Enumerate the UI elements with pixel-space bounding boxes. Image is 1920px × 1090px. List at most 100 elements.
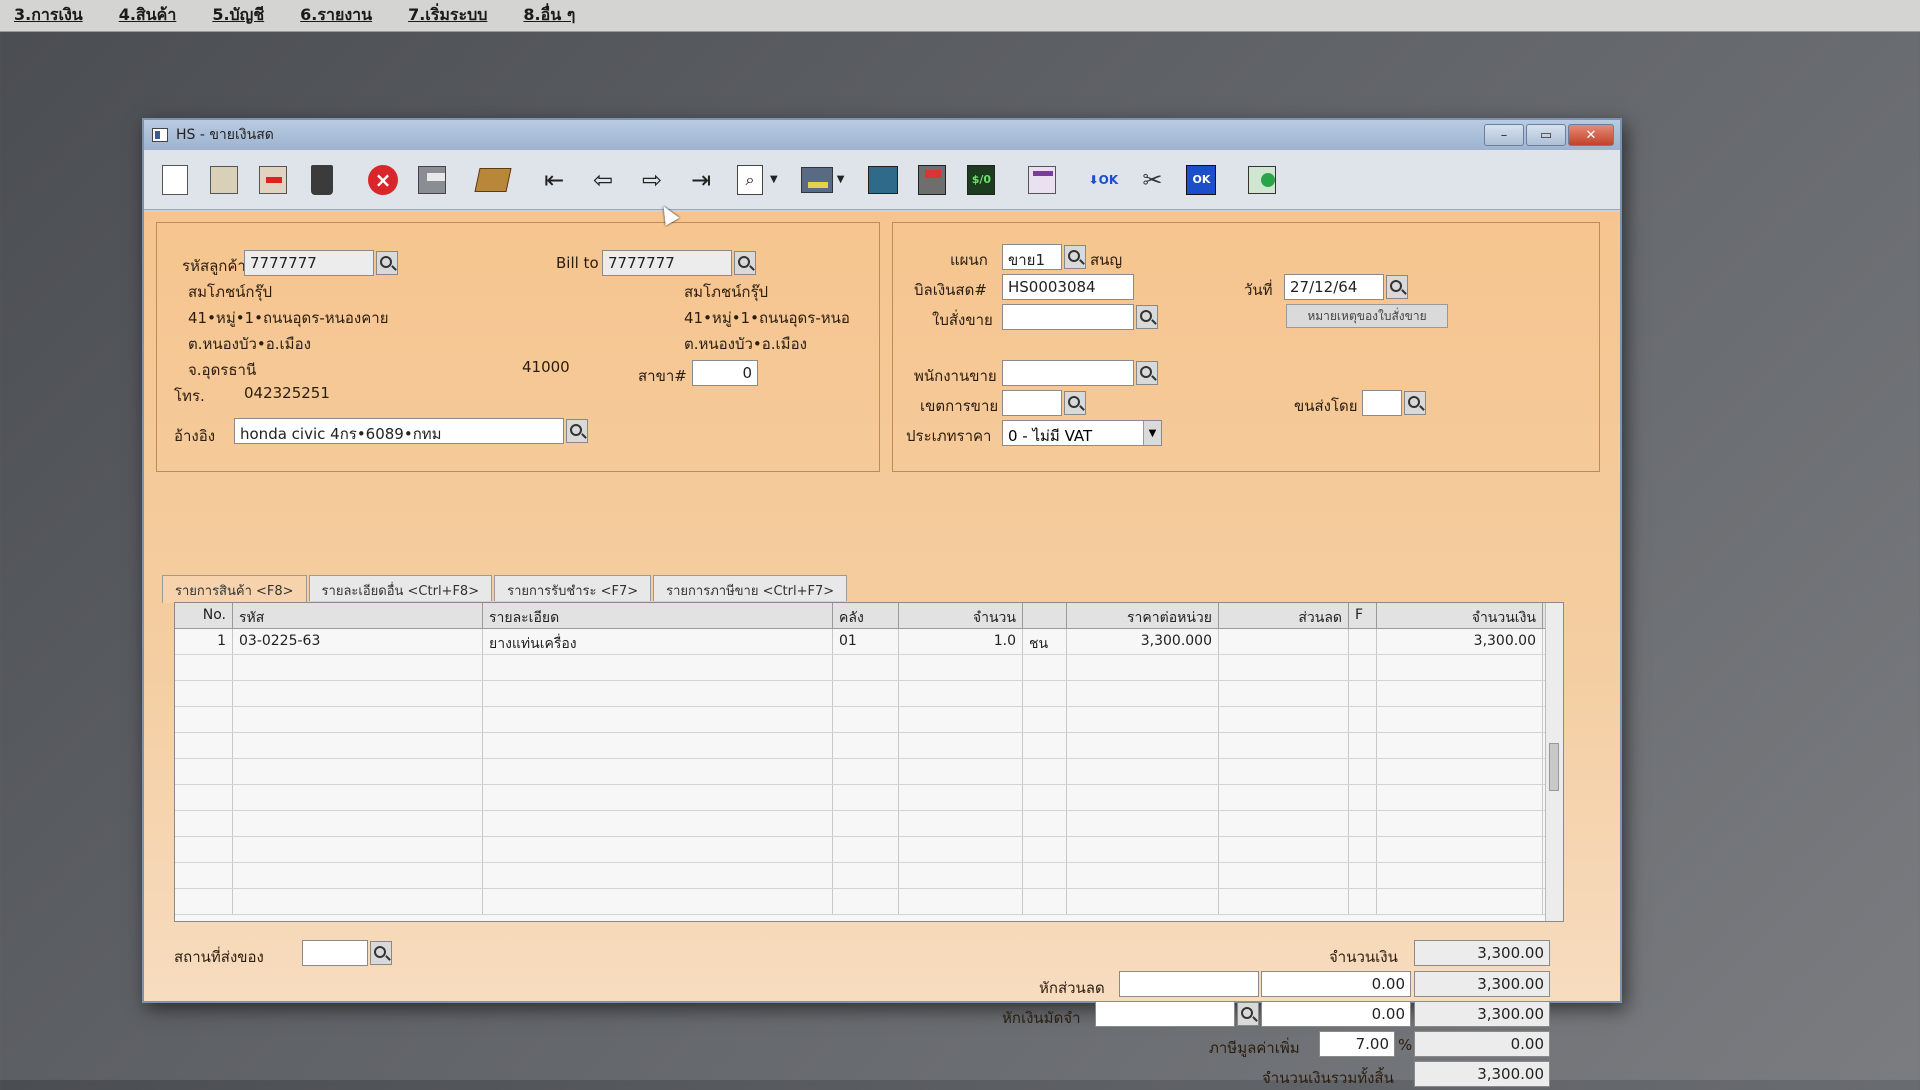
col-f[interactable]: F: [1349, 603, 1377, 628]
table-cell[interactable]: [1349, 655, 1377, 680]
table-cell[interactable]: [1023, 655, 1067, 680]
sales-order-note-button[interactable]: หมายเหตุของใบสั่งขาย: [1286, 304, 1448, 328]
table-cell[interactable]: [899, 759, 1023, 784]
table-cell[interactable]: [1219, 863, 1349, 888]
table-cell[interactable]: [1377, 681, 1543, 706]
cell-amount[interactable]: 3,300.00: [1377, 629, 1543, 654]
calendar-button[interactable]: [1025, 162, 1059, 198]
table-cell[interactable]: [1023, 889, 1067, 914]
table-cell[interactable]: [1349, 759, 1377, 784]
cell-warehouse[interactable]: 01: [833, 629, 899, 654]
deposit-value[interactable]: 0.00: [1261, 1001, 1411, 1027]
table-cell[interactable]: [833, 707, 899, 732]
discount-value[interactable]: 0.00: [1261, 971, 1411, 997]
menu-products[interactable]: 4.สินค้า: [119, 3, 177, 28]
table-cell[interactable]: [1219, 811, 1349, 836]
table-cell[interactable]: [1349, 681, 1377, 706]
ok-down-button[interactable]: ⬇OK: [1086, 162, 1120, 198]
table-cell[interactable]: [483, 785, 833, 810]
calculator-button[interactable]: [915, 162, 949, 198]
table-cell[interactable]: [1023, 707, 1067, 732]
col-no[interactable]: No.: [175, 603, 233, 628]
tab-other-details[interactable]: รายละเอียดอื่น <Ctrl+F8>: [308, 575, 493, 601]
void-button[interactable]: [256, 162, 290, 198]
table-cell[interactable]: [899, 733, 1023, 758]
table-cell[interactable]: [233, 759, 483, 784]
book-button[interactable]: [474, 162, 512, 198]
menu-setup[interactable]: 7.เริ่มระบบ: [408, 3, 487, 28]
grid-button[interactable]: [1245, 162, 1279, 198]
table-cell[interactable]: [1219, 837, 1349, 862]
table-cell[interactable]: [833, 811, 899, 836]
table-row[interactable]: [175, 655, 1563, 681]
table-cell[interactable]: [1349, 837, 1377, 862]
col-unit-price[interactable]: ราคาต่อหน่วย: [1067, 603, 1219, 628]
table-cell[interactable]: [899, 811, 1023, 836]
table-row[interactable]: [175, 785, 1563, 811]
table-cell[interactable]: [233, 811, 483, 836]
table-row[interactable]: [175, 889, 1563, 915]
table-cell[interactable]: [899, 707, 1023, 732]
find-dropdown-icon[interactable]: ▼: [770, 174, 778, 185]
table-cell[interactable]: [1349, 733, 1377, 758]
table-cell[interactable]: [1023, 837, 1067, 862]
table-cell[interactable]: [1349, 863, 1377, 888]
sales-area-search-button[interactable]: [1064, 391, 1086, 415]
table-cell[interactable]: [1377, 759, 1543, 784]
cancel-button[interactable]: ×: [366, 162, 400, 198]
table-cell[interactable]: [483, 811, 833, 836]
table-cell[interactable]: [833, 863, 899, 888]
table-cell[interactable]: [833, 733, 899, 758]
save-button[interactable]: [415, 162, 449, 198]
print-dropdown-icon[interactable]: ▼: [837, 174, 845, 185]
cell-description[interactable]: ยางแท่นเครื่อง: [483, 629, 833, 654]
deposit-input[interactable]: [1095, 1001, 1235, 1027]
table-cell[interactable]: [1023, 785, 1067, 810]
delivery-place-field[interactable]: [302, 940, 368, 966]
table-cell[interactable]: [1067, 837, 1219, 862]
table-cell[interactable]: [175, 785, 233, 810]
table-cell[interactable]: [1219, 655, 1349, 680]
tab-payments[interactable]: รายการรับชำระ <F7>: [494, 575, 652, 601]
menu-reports[interactable]: 6.รายงาน: [300, 3, 372, 28]
sales-order-search-button[interactable]: [1136, 305, 1158, 329]
price-type-select[interactable]: 0 - ไม่มี VAT ▼: [1002, 420, 1162, 446]
sales-order-field[interactable]: [1002, 304, 1134, 330]
edit-button[interactable]: [207, 162, 241, 198]
table-cell[interactable]: [1219, 759, 1349, 784]
table-cell[interactable]: [833, 785, 899, 810]
shipping-search-button[interactable]: [1404, 391, 1426, 415]
table-cell[interactable]: [1349, 785, 1377, 810]
table-cell[interactable]: [1349, 811, 1377, 836]
table-cell[interactable]: [1219, 733, 1349, 758]
first-record-button[interactable]: ⇤: [537, 162, 571, 198]
table-cell[interactable]: [833, 655, 899, 680]
minimize-button[interactable]: –: [1484, 124, 1524, 146]
table-row[interactable]: 1 03-0225-63 ยางแท่นเครื่อง 01 1.0 ชน 3,…: [175, 629, 1563, 655]
table-cell[interactable]: [1023, 681, 1067, 706]
table-cell[interactable]: [175, 707, 233, 732]
table-cell[interactable]: [1219, 707, 1349, 732]
cell-unit[interactable]: ชน: [1023, 629, 1067, 654]
cell-quantity[interactable]: 1.0: [899, 629, 1023, 654]
table-cell[interactable]: [233, 863, 483, 888]
table-cell[interactable]: [483, 655, 833, 680]
table-cell[interactable]: [1377, 811, 1543, 836]
table-row[interactable]: [175, 681, 1563, 707]
shipping-field[interactable]: [1362, 390, 1402, 416]
cell-f[interactable]: [1349, 629, 1377, 654]
table-cell[interactable]: [1219, 889, 1349, 914]
table-scrollbar[interactable]: [1545, 603, 1563, 921]
table-cell[interactable]: [483, 889, 833, 914]
billto-search-button[interactable]: [734, 251, 756, 275]
col-code[interactable]: รหัส: [233, 603, 483, 628]
table-cell[interactable]: [1067, 733, 1219, 758]
table-cell[interactable]: [1067, 759, 1219, 784]
branch-field[interactable]: 0: [692, 360, 758, 386]
table-cell[interactable]: [175, 863, 233, 888]
delivery-place-search-button[interactable]: [370, 941, 392, 965]
reference-field[interactable]: honda civic 4กร•6089•กทม: [234, 418, 564, 444]
table-cell[interactable]: [1377, 863, 1543, 888]
screen-button[interactable]: [866, 162, 900, 198]
table-cell[interactable]: [1219, 785, 1349, 810]
